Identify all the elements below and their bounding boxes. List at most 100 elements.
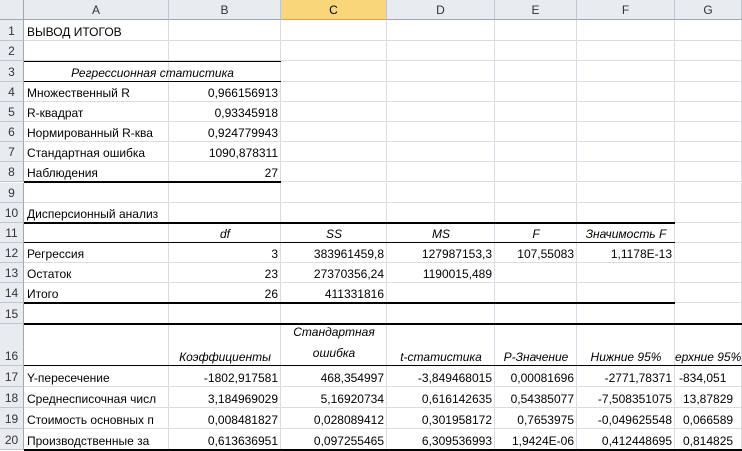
- cell-E17[interactable]: 0,00081696: [495, 366, 577, 387]
- column-header-E[interactable]: E: [495, 0, 577, 20]
- cell-F11-significance-f[interactable]: Значимость F: [577, 223, 675, 243]
- cell-C13[interactable]: 27370356,24: [281, 263, 387, 283]
- cell-D13[interactable]: 1190015,489: [387, 263, 495, 283]
- cell-B13[interactable]: 23: [169, 263, 281, 283]
- cell-A8[interactable]: Наблюдения: [24, 162, 169, 182]
- cell-C11-ss[interactable]: SS: [281, 223, 387, 243]
- cell-B17[interactable]: -1802,917581: [169, 366, 281, 387]
- gridline-cell: [281, 20, 387, 41]
- row-header-5[interactable]: 5: [0, 102, 24, 122]
- cell-A14[interactable]: Итого: [24, 283, 169, 303]
- cell-B8[interactable]: 27: [169, 162, 281, 182]
- cell-E18[interactable]: 0,54385077: [495, 387, 577, 408]
- gridline-cell: [387, 303, 495, 324]
- row-header-3[interactable]: 3: [0, 61, 24, 82]
- cell-D18[interactable]: 0,616142635: [387, 387, 495, 408]
- cell-G18[interactable]: 13,87829: [675, 387, 742, 408]
- cell-E12[interactable]: 107,55083: [495, 243, 577, 263]
- cell-D16-t-stat[interactable]: t-статистика: [387, 324, 495, 366]
- row-header-1[interactable]: 1: [0, 20, 24, 41]
- gridline-cell: [675, 102, 742, 122]
- column-header-B[interactable]: B: [169, 0, 281, 20]
- cell-F16-lower-95[interactable]: Нижние 95%: [577, 324, 675, 366]
- cell-A3-regression-header[interactable]: Регрессионная статистика: [24, 61, 281, 82]
- row-header-15[interactable]: 15: [0, 303, 24, 324]
- column-header-C[interactable]: C: [281, 0, 387, 20]
- cell-A6[interactable]: Нормированный R-ква: [24, 122, 169, 142]
- cell-E20[interactable]: 1,9424E-06: [495, 429, 577, 450]
- cell-C17[interactable]: 468,354997: [281, 366, 387, 387]
- cell-F17[interactable]: -2771,78371: [577, 366, 675, 387]
- row-header-14[interactable]: 14: [0, 283, 24, 303]
- cell-B20[interactable]: 0,613636951: [169, 429, 281, 450]
- row-header-11[interactable]: 11: [0, 223, 24, 243]
- cell-G19[interactable]: 0,066589: [675, 408, 742, 429]
- cell-G16-upper-95[interactable]: ерхние 95%: [675, 324, 742, 366]
- select-all-corner[interactable]: [0, 0, 24, 20]
- cell-D17[interactable]: -3,849468015: [387, 366, 495, 387]
- row-header-13[interactable]: 13: [0, 263, 24, 283]
- cell-A13[interactable]: Остаток: [24, 263, 169, 283]
- column-header-G[interactable]: G: [675, 0, 742, 20]
- row-header-6[interactable]: 6: [0, 122, 24, 142]
- row-header-10[interactable]: 10: [0, 203, 24, 223]
- cell-B4[interactable]: 0,966156913: [169, 82, 281, 102]
- cell-G17[interactable]: -834,051: [675, 366, 742, 387]
- row-header-19[interactable]: 19: [0, 408, 24, 429]
- cell-E19[interactable]: 0,7653975: [495, 408, 577, 429]
- cell-A20[interactable]: Производственные за: [24, 429, 169, 450]
- cell-G20[interactable]: 0,814825: [675, 429, 742, 450]
- gridline-cell: [387, 203, 495, 223]
- cell-C16-std-error[interactable]: Стандартная ошибка: [281, 324, 387, 366]
- cell-F20[interactable]: 0,412448695: [577, 429, 675, 450]
- row-header-18[interactable]: 18: [0, 387, 24, 408]
- cell-B7[interactable]: 1090,878311: [169, 142, 281, 162]
- row-header-12[interactable]: 12: [0, 243, 24, 263]
- cell-A12[interactable]: Регрессия: [24, 243, 169, 263]
- cell-D19[interactable]: 0,301958172: [387, 408, 495, 429]
- cell-F12[interactable]: 1,1178E-13: [577, 243, 675, 263]
- column-header-A[interactable]: A: [24, 0, 169, 20]
- spreadsheet-grid[interactable]: ABCDEFG 1 2 3 4 5 6 7 8 9 10 11 12 13 14 15 16 17 18 19 20 …: [0, 0, 742, 451]
- column-header-D[interactable]: D: [387, 0, 495, 20]
- cell-C19[interactable]: 0,028089412: [281, 408, 387, 429]
- cell-B14[interactable]: 26: [169, 283, 281, 303]
- row-header-17[interactable]: 17: [0, 366, 24, 387]
- cell-A4[interactable]: Множественный R: [24, 82, 169, 102]
- row-header-16[interactable]: 16: [0, 324, 24, 366]
- cell-F19[interactable]: -0,049625548: [577, 408, 675, 429]
- cell-E16-p-value[interactable]: P-Значение: [495, 324, 577, 366]
- cell-B16-coefficients[interactable]: Коэффициенты: [169, 324, 281, 366]
- cell-A18[interactable]: Среднесписочная числ: [24, 387, 169, 408]
- cell-A1[interactable]: ВЫВОД ИТОГОВ: [24, 20, 224, 41]
- cell-B19[interactable]: 0,008481827: [169, 408, 281, 429]
- cell-F18[interactable]: -7,508351075: [577, 387, 675, 408]
- cell-D20[interactable]: 6,309536993: [387, 429, 495, 450]
- row-header-8[interactable]: 8: [0, 162, 24, 182]
- cell-E11-f[interactable]: F: [495, 223, 577, 243]
- cell-A7[interactable]: Стандартная ошибка: [24, 142, 169, 162]
- cell-A10[interactable]: Дисперсионный анализ: [24, 203, 281, 223]
- gridline-cell: [675, 223, 742, 243]
- row-header-7[interactable]: 7: [0, 142, 24, 162]
- row-header-2[interactable]: 2: [0, 41, 24, 61]
- cell-A5[interactable]: R-квадрат: [24, 102, 169, 122]
- gridline-cell: [281, 41, 387, 61]
- row-header-9[interactable]: 9: [0, 183, 24, 203]
- cell-B5[interactable]: 0,93345918: [169, 102, 281, 122]
- row-header-4[interactable]: 4: [0, 82, 24, 102]
- cell-C12[interactable]: 383961459,8: [281, 243, 387, 263]
- cell-D11-ms[interactable]: MS: [387, 223, 495, 243]
- cell-A19[interactable]: Стоимость основных п: [24, 408, 169, 429]
- cell-C20[interactable]: 0,097255465: [281, 429, 387, 450]
- cell-B12[interactable]: 3: [169, 243, 281, 263]
- cell-C18[interactable]: 5,16920734: [281, 387, 387, 408]
- cell-B6[interactable]: 0,924779943: [169, 122, 281, 142]
- cell-C14[interactable]: 411331816: [281, 283, 387, 303]
- row-header-20[interactable]: 20: [0, 429, 24, 450]
- cell-D12[interactable]: 127987153,3: [387, 243, 495, 263]
- column-header-F[interactable]: F: [577, 0, 675, 20]
- cell-B11-df[interactable]: df: [169, 223, 281, 243]
- cell-A17[interactable]: Y-пересечение: [24, 366, 169, 387]
- cell-B18[interactable]: 3,184969029: [169, 387, 281, 408]
